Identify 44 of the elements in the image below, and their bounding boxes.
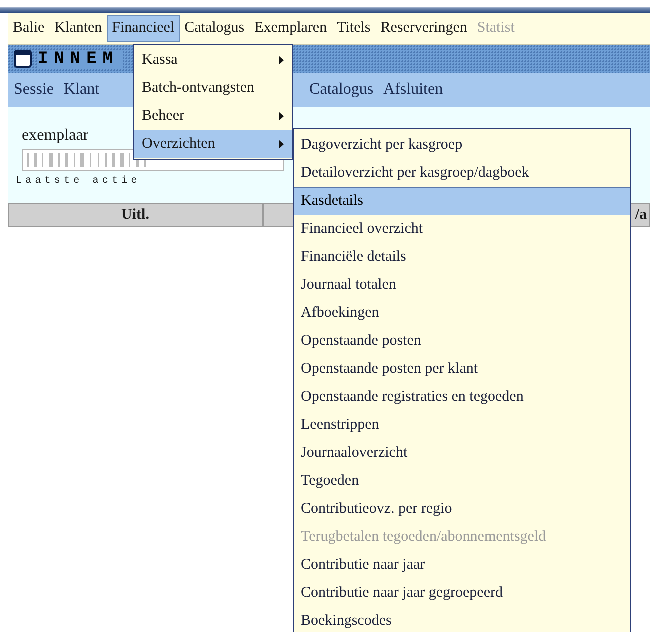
window-title: INNEM (38, 50, 124, 68)
menu-item[interactable]: Exemplaren (250, 15, 332, 42)
menu-item[interactable]: Contributie naar jaar (294, 551, 630, 579)
menu-item[interactable]: Openstaande posten (294, 327, 630, 355)
menu-item[interactable]: Journaaloverzicht (294, 439, 630, 467)
menu-item[interactable]: Beheer (134, 102, 292, 130)
menu-item[interactable]: Tegoeden (294, 467, 630, 495)
menu-item[interactable]: Contributieovz. per regio (294, 495, 630, 523)
menu-item-label: Overzichten (142, 136, 216, 152)
menu-item[interactable]: Afsluiten (384, 81, 444, 99)
menu-item[interactable]: Kasdetails (294, 187, 630, 215)
menu-item[interactable]: Contributie naar jaar gegroepeerd (294, 579, 630, 607)
menu-item[interactable]: Boekingscodes (294, 607, 630, 632)
submenu-arrow-icon (279, 140, 284, 148)
window-icon (14, 50, 32, 68)
menu-item[interactable]: Klant (64, 81, 100, 99)
menu-item[interactable]: Financiële details (294, 243, 630, 271)
field-label: exemplaar (22, 127, 89, 145)
menu-item[interactable]: Kassa (134, 46, 292, 74)
menu-item[interactable]: Openstaande posten per klant (294, 355, 630, 383)
menu-item[interactable]: Openstaande registraties en tegoeden (294, 383, 630, 411)
menu-item[interactable]: Financieel overzicht (294, 215, 630, 243)
menu-item[interactable]: Titels (332, 15, 376, 42)
menu-item[interactable]: Financieel (107, 15, 180, 42)
menu-item[interactable]: Journaal totalen (294, 271, 630, 299)
menu-item-label: Batch-ontvangsten (142, 80, 254, 96)
menu-item[interactable]: Catalogus (180, 15, 250, 42)
menu-item[interactable]: Detailoverzicht per kasgroep/dagboek (294, 159, 630, 187)
menu-item[interactable]: Batch-ontvangsten (134, 74, 292, 102)
menu-item[interactable]: Overzichten (134, 130, 292, 158)
submenu-arrow-icon (279, 56, 284, 64)
menu-item[interactable]: Reserveringen (376, 15, 472, 42)
menu-item[interactable]: Sessie (14, 81, 54, 99)
menu-item[interactable]: Catalogus (310, 81, 374, 99)
last-action-label: Laatste actie (16, 176, 141, 187)
menu-item[interactable]: Balie (8, 15, 50, 42)
column-header[interactable]: Uitl. (8, 203, 263, 227)
menu-item[interactable]: Leenstrippen (294, 411, 630, 439)
submenu-arrow-icon (279, 112, 284, 120)
menu-item-label: Kassa (142, 52, 178, 68)
menu-item-label: Beheer (142, 108, 184, 124)
menu-item[interactable]: Klanten (50, 15, 108, 42)
menu-item[interactable]: Dagoverzicht per kasgroep (294, 131, 630, 159)
menu-item[interactable]: Afboekingen (294, 299, 630, 327)
